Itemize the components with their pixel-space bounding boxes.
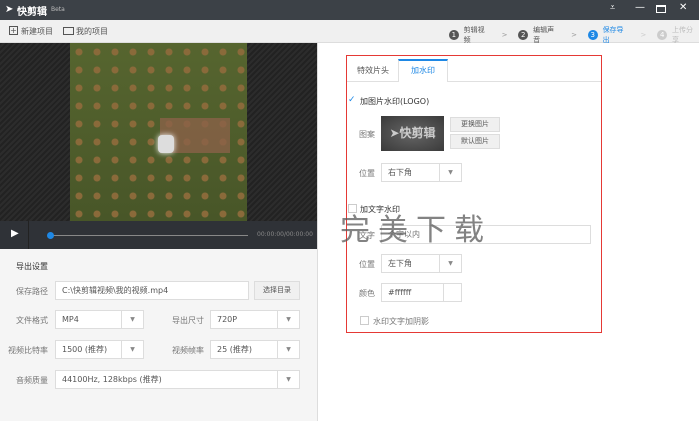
divider [28, 221, 29, 249]
bitrate-label: 视频比特率 [8, 346, 48, 355]
image-position-label: 位置 [359, 169, 375, 178]
step-2-number: 2 [518, 30, 529, 40]
color-input[interactable]: #ffffff [381, 283, 462, 302]
size-label: 导出尺寸 [172, 316, 204, 325]
shadow-checkbox[interactable] [360, 316, 369, 325]
maximize-icon[interactable] [656, 5, 666, 13]
step-indicator: 1 剪辑视频 > 2 编辑声音 > 3 保存导出 > 4 上传分享 [449, 25, 699, 45]
pattern-label: 图案 [359, 130, 375, 139]
chevron-down-icon: ▼ [121, 341, 143, 358]
app-title: 快剪辑 [17, 7, 47, 18]
chevron-down-icon: ▼ [439, 164, 461, 181]
logo-arrow-icon: ➤ [389, 126, 400, 140]
beta-badge: Beta [51, 6, 65, 13]
text-position-select[interactable]: 左下角 ▼ [381, 254, 462, 273]
image-watermark-checkbox[interactable]: ✓ [348, 96, 357, 105]
my-projects-button[interactable]: 我的项目 [76, 26, 108, 37]
seek-handle[interactable] [47, 232, 54, 239]
logo-text: 快剪辑 [399, 126, 436, 140]
audio-value: 44100Hz, 128kbps (推荐) [62, 375, 162, 384]
step-3-number: 3 [587, 30, 598, 40]
fps-label: 视频帧率 [172, 346, 204, 355]
image-position-value: 右下角 [388, 168, 412, 177]
chevron-right-icon: > [571, 31, 577, 39]
path-label: 保存路径 [16, 287, 48, 296]
bitrate-select[interactable]: 1500 (推荐) ▼ [55, 340, 144, 359]
tab-effects[interactable]: 特效片头 [357, 65, 389, 76]
chevron-down-icon: ▼ [277, 311, 299, 328]
title-bar: ➤ 快剪辑 Beta ⩡ — ✕ [0, 0, 699, 20]
chevron-right-icon: > [640, 31, 647, 39]
size-select[interactable]: 720P ▼ [210, 310, 300, 329]
step-2-label: 编辑声音 [533, 26, 555, 44]
overlay-watermark: 完美下载 [340, 213, 492, 248]
chevron-down-icon: ▼ [439, 255, 461, 272]
chevron-right-icon: > [501, 31, 508, 39]
default-image-button[interactable]: 默认图片 [450, 134, 500, 149]
new-project-button[interactable]: 新建项目 [21, 26, 53, 37]
image-watermark-label: 加图片水印(LOGO) [360, 97, 430, 106]
tab-divider [347, 81, 601, 82]
color-value: #ffffff [388, 288, 412, 297]
menu-icon[interactable]: ⩡ [610, 3, 615, 13]
format-label: 文件格式 [16, 316, 48, 325]
path-input[interactable]: C:\快剪辑视频\我的视频.mp4 [55, 281, 249, 300]
close-icon[interactable]: ✕ [679, 2, 687, 13]
bitrate-value: 1500 (推荐) [62, 345, 108, 354]
color-label: 颜色 [359, 289, 375, 298]
step-4-number: 4 [657, 30, 668, 40]
text-position-value: 左下角 [388, 259, 412, 268]
logo-preview: ➤快剪辑 [381, 116, 444, 151]
character-sprite [158, 135, 174, 153]
chevron-down-icon: ▼ [277, 341, 299, 358]
toolbar: + 新建项目 我的项目 1 剪辑视频 > 2 编辑声音 > 3 保存导出 > 4… [0, 20, 699, 45]
size-value: 720P [217, 315, 238, 324]
video-preview [0, 43, 317, 221]
replace-image-button[interactable]: 更换图片 [450, 117, 500, 132]
image-position-select[interactable]: 右下角 ▼ [381, 163, 462, 182]
play-icon[interactable]: ▶ [11, 228, 19, 239]
format-select[interactable]: MP4 ▼ [55, 310, 144, 329]
step-4-label[interactable]: 上传分享 [672, 25, 699, 45]
choose-dir-button[interactable]: 选择目录 [254, 281, 300, 300]
format-value: MP4 [62, 315, 79, 324]
fps-select[interactable]: 25 (推荐) ▼ [210, 340, 300, 359]
audio-label: 音频质量 [16, 376, 48, 385]
video-frame [70, 43, 247, 221]
audio-select[interactable]: 44100Hz, 128kbps (推荐) ▼ [55, 370, 300, 389]
color-swatch[interactable] [443, 284, 461, 301]
minimize-icon[interactable]: — [635, 2, 645, 13]
app-logo-icon: ➤ [5, 4, 14, 15]
step-1-label: 剪辑视频 [463, 26, 485, 44]
shadow-label: 水印文字加阴影 [373, 317, 429, 326]
step-1-number: 1 [449, 30, 459, 40]
export-settings-title: 导出设置 [16, 262, 48, 271]
fps-value: 25 (推荐) [217, 345, 252, 354]
step-3-label: 保存导出 [602, 26, 624, 44]
time-display: 00:00:00/00:00:00 [257, 231, 313, 238]
text-position-label: 位置 [359, 260, 375, 269]
player-controls: ▶ 00:00:00/00:00:00 [0, 221, 317, 249]
seek-bar[interactable] [50, 235, 248, 236]
export-settings: 导出设置 保存路径 C:\快剪辑视频\我的视频.mp4 选择目录 文件格式 MP… [0, 249, 317, 421]
chevron-down-icon: ▼ [277, 371, 299, 388]
tab-watermark[interactable]: 加水印 [398, 59, 448, 82]
new-project-icon[interactable]: + [9, 26, 18, 35]
chevron-down-icon: ▼ [121, 311, 143, 328]
folder-icon[interactable] [63, 27, 74, 35]
